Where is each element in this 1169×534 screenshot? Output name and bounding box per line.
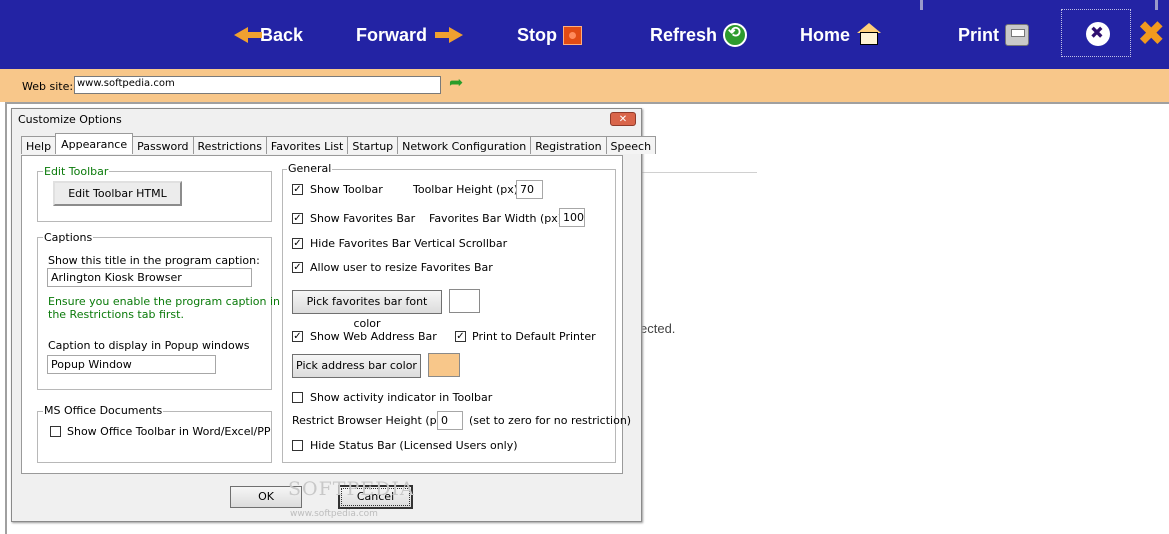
tab-speech[interactable]: Speech [605,136,657,154]
tab-help[interactable]: Help [21,136,57,154]
pick-font-color-button[interactable]: Pick favorites bar font color [292,290,442,330]
caption-note-line1: Ensure you enable the program caption in [48,295,281,308]
show-toolbar-checkbox[interactable]: ✓ [292,184,303,195]
printer-icon [1005,24,1030,46]
allow-resize-checkbox[interactable]: ✓ [292,262,303,273]
settings-tools-icon [1086,22,1110,46]
back-button[interactable]: Back [220,22,303,48]
toolbar-separator [920,0,923,10]
stop-icon [563,25,582,45]
caption-input[interactable]: Arlington Kiosk Browser [47,268,252,287]
go-arrow-icon[interactable]: ➦ [449,73,463,93]
office-toolbar-checkbox[interactable] [50,426,61,437]
hide-status-bar-label: Hide Status Bar (Licensed Users only) [310,439,518,452]
forward-label: Forward [356,24,428,45]
edit-toolbar-html-button[interactable]: Edit Toolbar HTML [53,181,182,206]
show-address-bar-checkbox[interactable]: ✓ [292,331,303,342]
print-label: Print [958,24,1000,45]
favorites-width-input[interactable]: 100 [559,208,585,227]
stop-label: Stop [517,24,557,45]
hide-fav-scrollbar-label: Hide Favorites Bar Vertical Scrollbar [310,237,508,250]
favorites-width-label: Favorites Bar Width (px) [429,212,563,225]
page-divider [641,172,757,173]
activity-indicator-label: Show activity indicator in Toolbar [310,391,493,404]
edit-toolbar-title: Edit Toolbar [43,165,110,178]
address-input[interactable]: www.softpedia.com [74,76,441,94]
tab-restrictions[interactable]: Restrictions [192,136,267,154]
forward-button[interactable]: Forward [356,22,464,48]
dialog-title: Customize Options [18,113,122,126]
general-title: General [287,162,333,175]
close-icon: ✕ [618,114,628,125]
tab-startup[interactable]: Startup [347,136,399,154]
toolbar-separator [1155,0,1158,10]
settings-button[interactable] [1061,9,1131,57]
tab-favorites-list[interactable]: Favorites List [265,136,349,154]
tab-network-configuration[interactable]: Network Configuration [397,136,532,154]
ms-office-title: MS Office Documents [43,404,164,417]
restrict-height-note: (set to zero for no restriction) [469,414,632,427]
allow-resize-label: Allow user to resize Favorites Bar [310,261,493,274]
softpedia-watermark-url: www.softpedia.com [290,509,378,519]
hide-fav-scrollbar-checkbox[interactable]: ✓ [292,238,303,249]
address-color-swatch[interactable] [428,353,460,377]
pick-address-color-button[interactable]: Pick address bar color [292,354,421,378]
address-label: Web site: [22,80,74,93]
hide-status-bar-checkbox[interactable] [292,440,303,451]
refresh-button[interactable]: Refresh [650,22,748,48]
forward-arrow-icon [435,27,464,43]
show-toolbar-label: Show Toolbar [310,183,383,196]
office-toolbar-label: Show Office Toolbar in Word/Excel/PP [67,425,271,438]
kiosk-toolbar: Back Forward Stop Refresh Home Print ✖ [0,0,1169,69]
home-icon [856,23,882,47]
page-text: ected. [640,321,676,336]
back-arrow-icon [234,27,262,43]
show-favorites-checkbox[interactable]: ✓ [292,213,303,224]
caption-note-line2: the Restrictions tab first. [48,308,184,321]
print-default-label: Print to Default Printer [472,330,596,343]
restrict-height-label: Restrict Browser Height (px) [292,414,448,427]
toolbar-height-label: Toolbar Height (px) [413,183,519,196]
show-favorites-label: Show Favorites Bar [310,212,416,225]
tab-password[interactable]: Password [132,136,194,154]
tab-registration[interactable]: Registration [530,136,607,154]
refresh-icon [723,23,748,47]
activity-indicator-checkbox[interactable] [292,392,303,403]
captions-title: Captions [43,231,94,244]
stop-button[interactable]: Stop [517,22,582,48]
restrict-height-input[interactable]: 0 [437,411,463,430]
toolbar-height-input[interactable]: 70 [516,180,543,199]
back-label: Back [260,24,304,45]
caption-label: Show this title in the program caption: [48,254,260,267]
close-icon[interactable]: ✖ [1137,17,1166,51]
refresh-label: Refresh [650,24,718,45]
popup-caption-input[interactable]: Popup Window [47,355,216,374]
popup-caption-label: Caption to display in Popup windows [48,339,250,352]
dialog-close-button[interactable]: ✕ [610,112,636,126]
softpedia-watermark: SOFTPEDIA [288,478,415,500]
font-color-swatch[interactable] [449,289,480,313]
home-label: Home [800,24,851,45]
print-default-checkbox[interactable]: ✓ [455,331,466,342]
print-button[interactable]: Print [958,22,1030,48]
show-address-bar-label: Show Web Address Bar [310,330,437,343]
home-button[interactable]: Home [800,22,882,48]
tab-strip: Help Appearance Password Restrictions Fa… [21,133,657,155]
tab-appearance[interactable]: Appearance [55,133,134,154]
